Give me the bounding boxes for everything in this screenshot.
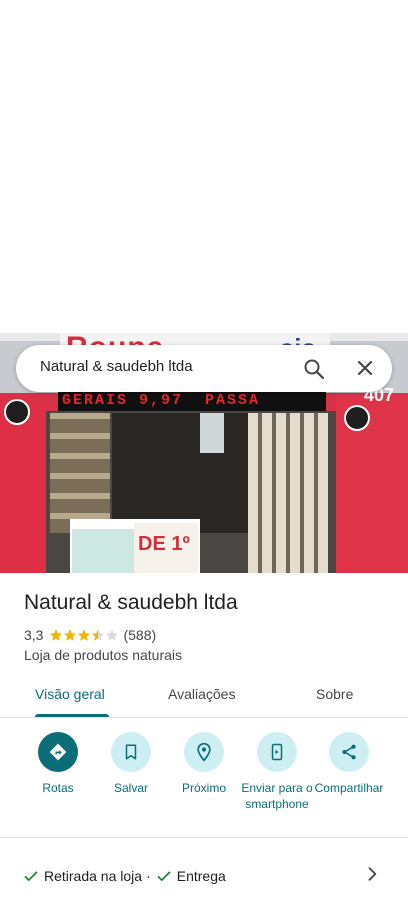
service-separator: · [146,868,151,884]
tab-bar: Visão geral Avaliações Sobre [0,676,408,718]
nearby-label: Próximo [181,781,226,795]
active-tab-indicator [35,714,109,717]
star-icon [78,629,91,641]
directions-icon [49,743,67,761]
close-icon[interactable] [353,356,377,380]
star-icon [50,629,63,641]
star-rating [49,628,119,642]
send-to-phone-label: Enviar para o smartphone [241,781,313,811]
half-star-icon [92,629,105,641]
nearby-icon [197,742,211,762]
nearby-button[interactable]: Próximo [166,732,242,796]
rating-value: 3,3 [24,627,44,643]
search-input[interactable]: Natural & saudebh ltda [40,358,193,375]
check-icon [24,871,38,882]
tab-reviews[interactable]: Avaliações [168,686,235,702]
share-icon [342,744,356,760]
review-count[interactable]: (588) [123,627,156,643]
bookmark-icon [125,744,137,760]
search-icon[interactable] [302,357,326,381]
star-icon [64,629,77,641]
directions-button[interactable]: Rotas [20,732,96,796]
service-delivery: Entrega [176,868,226,884]
directions-label: Rotas [42,781,74,795]
empty-star-icon [106,629,119,641]
chevron-right-icon[interactable] [362,864,382,884]
share-button[interactable]: Compartilhar [311,732,387,796]
service-pickup: Retirada na loja [44,868,143,884]
action-row: Rotas Salvar Próximo Enviar para o smart… [0,732,408,838]
search-bar[interactable]: Natural & saudebh ltda [16,345,392,392]
tab-overview[interactable]: Visão geral [35,686,105,702]
save-button[interactable]: Salvar [93,732,169,796]
led-sign: GERAIS 9,97 PASSA [58,391,326,411]
share-label: Compartilhar [314,781,384,795]
place-title: Natural & saudebh ltda [24,591,238,614]
service-options[interactable]: Retirada na loja · Entrega [0,842,408,906]
save-label: Salvar [113,781,148,795]
tab-about[interactable]: Sobre [316,686,353,702]
send-to-phone-icon [271,743,283,761]
send-to-phone-button[interactable]: Enviar para o smartphone [239,732,315,812]
place-category: Loja de produtos naturais [24,647,182,663]
rating-row[interactable]: 3,3 (588) [24,626,156,644]
check-icon [157,871,171,882]
